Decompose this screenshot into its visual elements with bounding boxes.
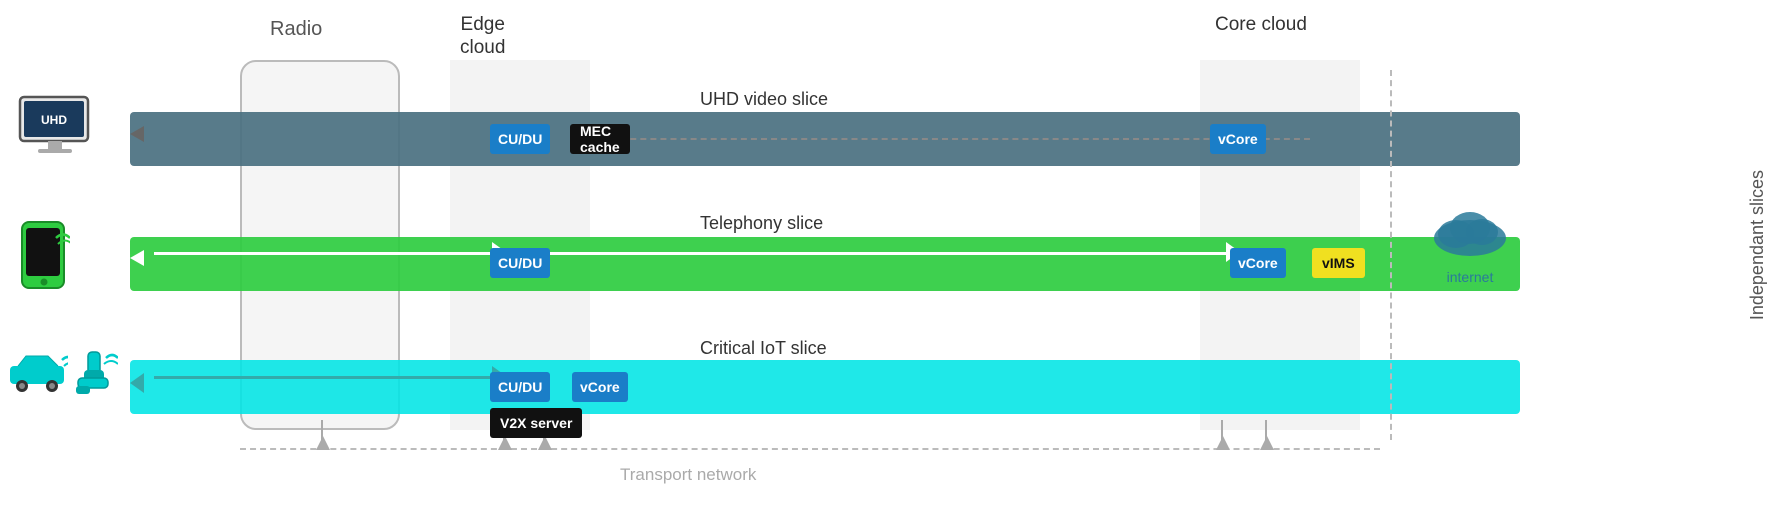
robot-arm-icon bbox=[68, 350, 118, 410]
independant-slices-label: Independant slices bbox=[1747, 120, 1768, 370]
iot-slice-bar bbox=[130, 360, 1520, 414]
tel-vcore-box: vCore bbox=[1230, 248, 1286, 278]
transport-arrow-shaft-1 bbox=[321, 420, 323, 450]
iot-arrow-left bbox=[130, 373, 144, 393]
transport-arrow-5 bbox=[1260, 436, 1274, 450]
core-right-divider bbox=[1390, 70, 1392, 440]
transport-arrow-shaft-4 bbox=[1221, 420, 1223, 450]
tel-vims-box: vIMS bbox=[1312, 248, 1365, 278]
uhd-vcore-box: vCore bbox=[1210, 124, 1266, 154]
svg-text:UHD: UHD bbox=[41, 113, 67, 127]
iot-cudu-box: CU/DU bbox=[490, 372, 550, 402]
telephony-slice-label: Telephony slice bbox=[700, 213, 823, 234]
uhd-slice-label: UHD video slice bbox=[700, 89, 828, 110]
transport-dashed-line bbox=[240, 448, 1380, 450]
phone-icon bbox=[18, 220, 70, 297]
iot-shaft bbox=[154, 376, 496, 379]
transport-arrow-shaft-5 bbox=[1265, 420, 1267, 450]
tel-arrow-shaft bbox=[154, 252, 496, 255]
iot-v2x-box: V2X server bbox=[490, 408, 582, 438]
internet-cloud-area: internet bbox=[1430, 200, 1510, 285]
edge-zone-label: Edgecloud bbox=[460, 14, 505, 60]
transport-arrow-2 bbox=[498, 436, 512, 450]
uhd-cudu-box: CU/DU bbox=[490, 124, 550, 154]
transport-arrow-4 bbox=[1216, 436, 1230, 450]
tel-cudu-box: CU/DU bbox=[490, 248, 550, 278]
transport-arrow-1 bbox=[316, 436, 330, 450]
transport-network-label: Transport network bbox=[620, 465, 756, 485]
iot-vcore-box: vCore bbox=[572, 372, 628, 402]
diagram-container: Radio Edgecloud Core cloud UHD video sli… bbox=[0, 0, 1790, 505]
radio-zone-label: Radio bbox=[270, 18, 322, 41]
iot-slice-label: Critical IoT slice bbox=[700, 338, 827, 359]
tel-arrow-left bbox=[130, 250, 144, 266]
uhd-dashed-line bbox=[580, 138, 1310, 140]
internet-label: internet bbox=[1430, 269, 1510, 285]
uhd-arrow-left bbox=[130, 126, 144, 142]
car-icon bbox=[8, 350, 68, 397]
core-zone-label: Core cloud bbox=[1215, 14, 1307, 37]
tel-long-shaft bbox=[550, 252, 1230, 255]
uhd-monitor-icon: UHD bbox=[18, 95, 98, 165]
uhd-mec-cache-box: MECcache bbox=[570, 124, 630, 154]
transport-arrow-3 bbox=[538, 436, 552, 450]
